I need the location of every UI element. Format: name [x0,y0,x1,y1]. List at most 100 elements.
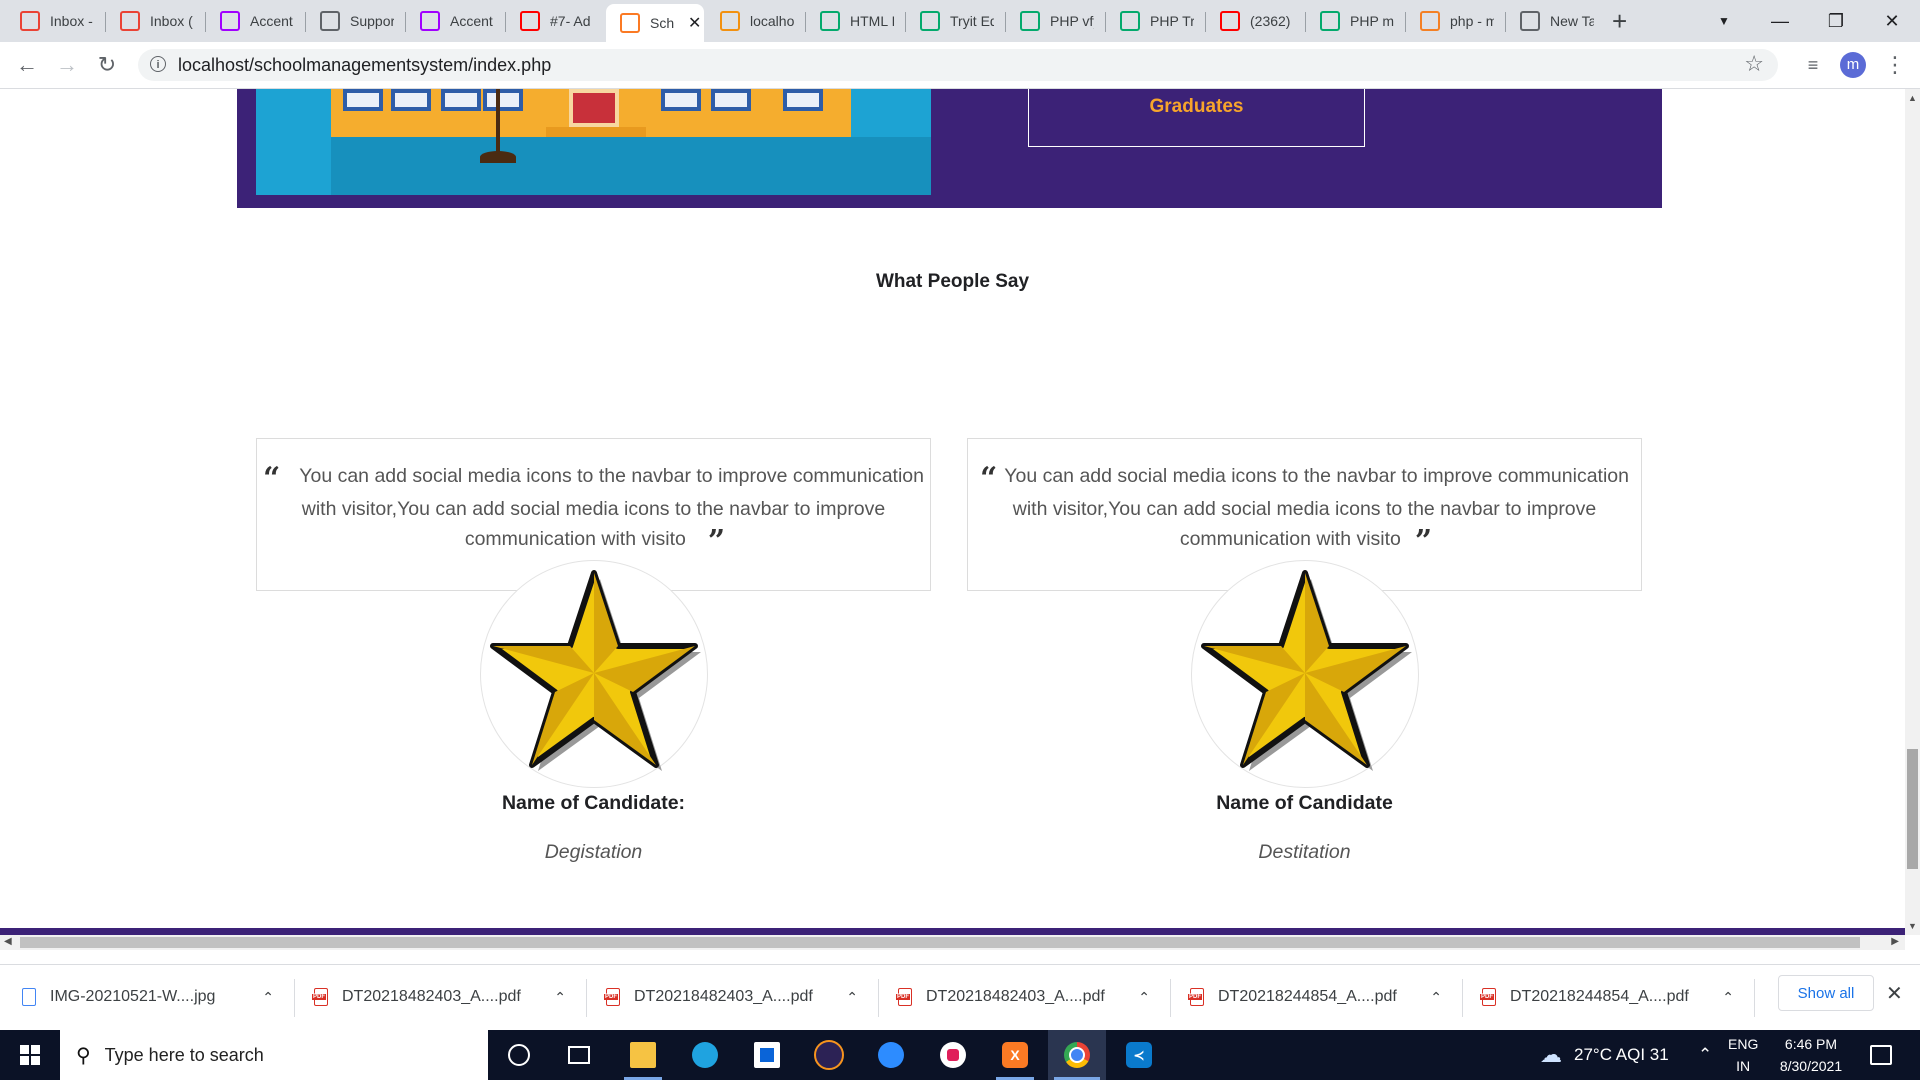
browser-toolbar: ← → ↻ i localhost/schoolmanagementsystem… [0,42,1920,89]
forward-icon[interactable]: → [52,50,82,80]
profile-avatar[interactable]: m [1840,52,1866,78]
windows-start-icon[interactable] [0,1030,60,1080]
horizontal-scrollbar[interactable]: ◀ ▶ [0,935,1905,950]
download-options-chevron-icon[interactable]: ⌃ [1722,989,1734,1006]
address-bar[interactable]: i localhost/schoolmanagementsystem/index… [138,49,1778,81]
scroll-down-icon[interactable]: ▼ [1908,921,1917,931]
bookmark-star-icon[interactable]: ☆ [1744,51,1764,77]
scroll-up-icon[interactable]: ▲ [1908,93,1917,103]
restore-icon[interactable]: ❐ [1808,0,1864,42]
tab-title: php - m [1450,13,1494,29]
tab-strip: Inbox - Inbox (Accent Suppor Accent #7- Ad Sc… [0,0,1920,42]
browser-tab[interactable]: localho [706,6,804,36]
w3schools-icon [920,11,940,31]
file-explorer-icon[interactable] [614,1030,672,1080]
vscode-icon[interactable]: ≺ [1110,1030,1168,1080]
school-building [331,89,851,137]
download-item[interactable]: DT20218482403_A....pdf ⌃ [312,965,566,1029]
download-separator [878,979,879,1017]
pdf-file-icon [1480,988,1496,1006]
candidate-designation: Degistation [544,841,643,863]
scroll-left-icon[interactable]: ◀ [4,936,12,947]
reading-list-icon[interactable]: ≡ [1798,50,1828,80]
download-options-chevron-icon[interactable]: ⌃ [1138,989,1150,1006]
browser-tab[interactable]: PHP my [1306,6,1404,36]
eclipse-icon[interactable] [800,1030,858,1080]
download-separator [1754,979,1755,1017]
footer-band [0,928,1905,935]
download-item[interactable]: IMG-20210521-W....jpg ⌃ [22,965,274,1029]
browser-tab[interactable]: Sch ✕ [606,4,704,42]
scroll-right-icon[interactable]: ▶ [1891,936,1899,947]
site-info-icon[interactable]: i [150,56,166,72]
youtube-icon [1220,11,1240,31]
w3schools-icon [1120,11,1140,31]
download-options-chevron-icon[interactable]: ⌃ [262,989,274,1006]
browser-tab[interactable]: Tryit Ed [906,6,1004,36]
browser-tab[interactable]: New Ta [1506,6,1604,36]
browser-tab[interactable]: PHP vfy [1006,6,1104,36]
new-tab-icon[interactable]: + [1612,6,1627,36]
download-item[interactable]: DT20218244854_A....pdf ⌃ [1480,965,1734,1029]
language-indicator[interactable]: ENG IN [1728,1033,1758,1077]
download-separator [586,979,587,1017]
gmail-icon [20,11,40,31]
edge-icon[interactable] [676,1030,734,1080]
browser-tab[interactable]: Suppor [306,6,404,36]
minimize-icon[interactable]: — [1752,0,1808,42]
download-item[interactable]: DT20218482403_A....pdf ⌃ [896,965,1150,1029]
clock-date: 8/30/2021 [1779,1058,1843,1074]
xampp-icon[interactable]: X [986,1030,1044,1080]
slack-icon[interactable] [924,1030,982,1080]
browser-tab[interactable]: Accent [406,6,504,36]
chrome-icon[interactable] [1048,1030,1106,1080]
scroll-thumb[interactable] [1907,749,1918,869]
open-quote-icon: “ [263,461,280,496]
browser-tab[interactable]: (2362) [1206,6,1304,36]
star-icon [1201,570,1412,771]
close-downloads-icon[interactable]: ✕ [1886,981,1903,1006]
notifications-icon[interactable] [1870,1030,1892,1080]
store-icon[interactable] [738,1030,796,1080]
download-item[interactable]: DT20218482403_A....pdf ⌃ [604,965,858,1029]
weather-widget[interactable]: ☁ 27°C AQI 31 [1540,1030,1669,1080]
taskbar-search[interactable]: ⚲ Type here to search [60,1030,488,1080]
browser-tab[interactable]: HTML I [806,6,904,36]
tab-search-icon[interactable]: ▼ [1696,0,1752,42]
tray-chevron-icon[interactable]: ⌃ [1698,1030,1712,1080]
chrome-icon [1520,11,1540,31]
tab-title: Accent [250,13,293,29]
cortana-icon[interactable] [490,1030,548,1080]
browser-tab[interactable]: #7- Ad [506,6,604,36]
menu-kebab-icon[interactable]: ⋮ [1880,50,1910,80]
tab-title: Suppor [350,13,394,29]
graduates-label: Graduates [1149,96,1244,117]
vertical-scrollbar[interactable]: ▲ ▼ [1905,89,1920,935]
tab-title: Inbox ( [150,13,193,29]
browser-tab[interactable]: PHP Try [1106,6,1204,36]
browser-tab[interactable]: Accent [206,6,304,36]
reload-icon[interactable]: ↻ [92,50,122,80]
url-text[interactable]: localhost/schoolmanagementsystem/index.p… [178,55,551,76]
region-code: IN [1736,1058,1751,1074]
window-close-icon[interactable]: ✕ [1864,0,1920,42]
browser-tab[interactable]: Inbox - [6,6,104,36]
task-view-icon[interactable] [550,1030,608,1080]
download-options-chevron-icon[interactable]: ⌃ [1430,989,1442,1006]
zoom-icon[interactable] [862,1030,920,1080]
testimonial-card: “ You can add social media icons to the n… [256,438,931,863]
download-options-chevron-icon[interactable]: ⌃ [554,989,566,1006]
browser-tab[interactable]: Inbox ( [106,6,204,36]
tab-title: Tryit Ed [950,13,994,29]
system-clock[interactable]: 6:46 PM 8/30/2021 [1766,1033,1856,1077]
back-icon[interactable]: ← [12,50,42,80]
page-viewport: Graduates What People Say “You can add s… [0,89,1905,935]
scroll-thumb[interactable] [20,937,1860,948]
show-all-downloads-button[interactable]: Show all [1778,975,1874,1011]
download-options-chevron-icon[interactable]: ⌃ [846,989,858,1006]
download-item[interactable]: DT20218244854_A....pdf ⌃ [1188,965,1442,1029]
close-tab-icon[interactable]: ✕ [688,13,701,33]
browser-tab[interactable]: php - m [1406,6,1504,36]
w3schools-icon [1320,11,1340,31]
candidate-photo [480,560,708,788]
